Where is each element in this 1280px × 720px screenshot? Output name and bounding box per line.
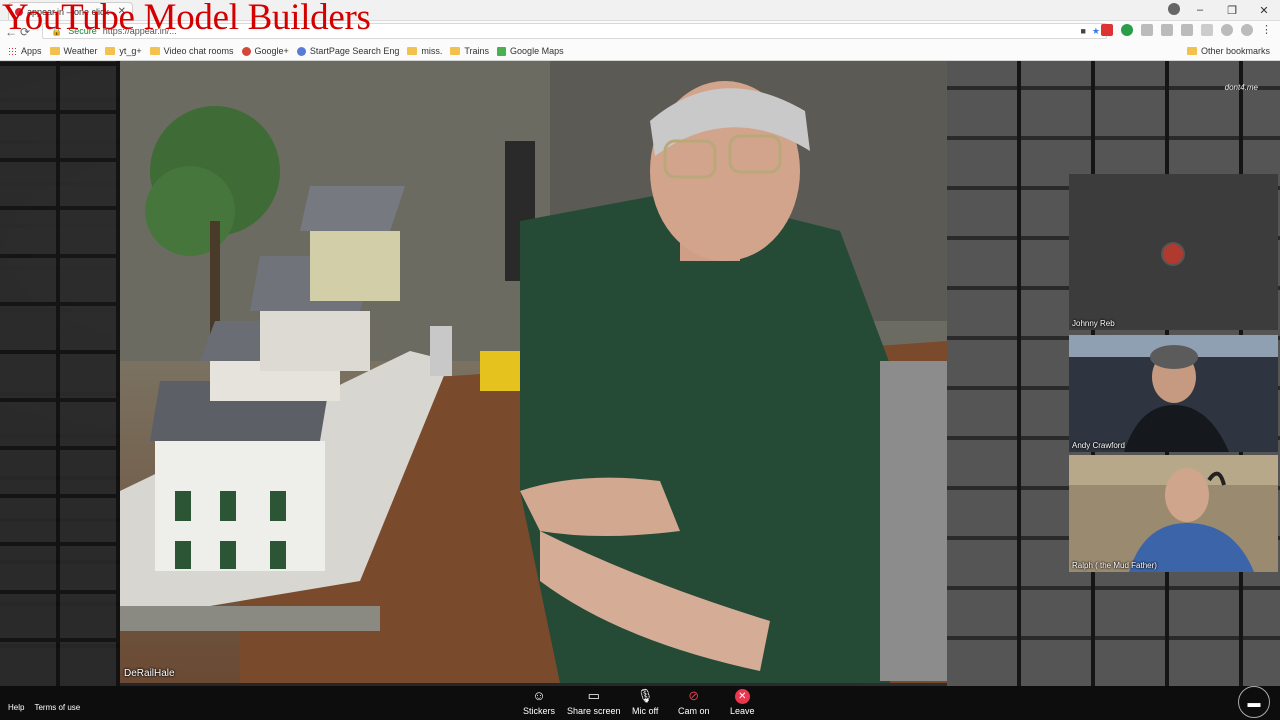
folder-icon [149,47,160,55]
grammarly-icon[interactable] [1121,24,1133,36]
participant-video-frame [1069,335,1278,452]
reload-icon[interactable]: ⟳ [18,25,32,39]
folder-icon [407,47,418,55]
apps-icon [8,46,17,56]
chat-bubble-icon: ▬ [1247,694,1261,710]
tab-title: appear.in – one click [27,6,110,17]
help-link[interactable]: Help [8,703,24,712]
folder-icon [105,47,116,55]
participant-name: Andy Crawford [1072,441,1125,450]
browser-titlebar: appear.in – one click ✕ – ❐ ✕ [0,0,1280,21]
profile-icon[interactable] [1168,3,1180,15]
bookmark-weather[interactable]: Weather [49,46,97,56]
call-control-bar: Help Terms of use ☺ Stickers ▭ Share scr… [0,686,1280,720]
leave-button[interactable]: ✕ Leave [730,688,755,716]
bookmark-google-plus[interactable]: Google+ [241,46,289,56]
extension-icon[interactable] [1141,24,1153,36]
address-bar[interactable]: 🔒 Secure https://appear.in/... ■ ★ [42,23,1107,39]
close-window-button[interactable]: ✕ [1248,4,1280,17]
secure-label: Secure [68,26,97,36]
participant-avatar-icon [1161,242,1185,266]
participant-tile[interactable]: Ralph ( the Mud Father) [1069,455,1278,572]
stone-wall-background [0,61,120,686]
monitor-icon: ▭ [587,688,600,703]
extension-icon[interactable] [1241,24,1253,36]
camera-icon[interactable]: ■ [1080,26,1085,37]
extension-icon[interactable] [1181,24,1193,36]
share-screen-button[interactable]: ▭ Share screen [567,688,621,716]
mic-button[interactable]: 🎙 Mic off [632,688,658,716]
bookmark-startpage[interactable]: StartPage Search Eng [296,46,399,56]
google-plus-icon [241,46,251,56]
bookmark-trains[interactable]: Trains [450,46,489,56]
bookmark-apps[interactable]: Apps [8,46,42,56]
extension-icons: ⋮ [1101,24,1272,36]
address-url: https://appear.in/... [102,26,177,36]
back-arrow-icon[interactable]: ← [4,25,18,39]
main-video-frame [120,61,947,683]
bookmark-video-chat-rooms[interactable]: Video chat rooms [149,46,234,56]
stickers-button[interactable]: ☺ Stickers [523,688,555,716]
tab-close-icon[interactable]: ✕ [118,6,126,17]
participant-name: Ralph ( the Mud Father) [1072,561,1157,570]
microphone-icon: 🎙 [636,688,654,703]
other-bookmarks[interactable]: Other bookmarks [1186,46,1270,56]
bookmark-google-maps[interactable]: Google Maps [497,46,564,56]
folder-icon [450,47,461,55]
minimize-button[interactable]: – [1184,4,1216,16]
startpage-icon [296,46,306,56]
extension-icon[interactable] [1221,24,1233,36]
extension-icon[interactable] [1201,24,1213,36]
smiley-icon: ☺ [532,688,546,703]
restore-button[interactable]: ❐ [1216,4,1248,17]
bookmarks-bar: Apps Weather yt_g+ Video chat rooms Goog… [0,42,1280,61]
terms-link[interactable]: Terms of use [34,703,80,712]
lock-icon: 🔒 [51,25,63,36]
bookmark-yt-g[interactable]: yt_g+ [105,46,142,56]
menu-kebab-icon[interactable]: ⋮ [1261,24,1272,36]
browser-toolbar: ← ⟳ 🔒 Secure https://appear.in/... ■ ★ ⋮ [0,21,1280,42]
extension-icon[interactable] [1161,24,1173,36]
participant-tile[interactable]: Andy Crawford [1069,335,1278,452]
appear-in-favicon-icon [15,7,23,16]
bookmark-star-icon[interactable]: ★ [1092,26,1100,37]
participant-name-main: DeRailHale [124,668,175,679]
chat-button[interactable]: ▬ [1238,686,1270,718]
folder-icon [49,47,60,55]
participant-name: Johnny Reb [1072,319,1115,328]
folder-icon [1186,47,1197,55]
camera-button[interactable]: ⊘ Cam on [678,688,710,716]
participant-video-frame [1069,455,1278,572]
window-controls: – ❐ ✕ [1184,0,1280,20]
participant-tile[interactable]: Johnny Reb [1069,174,1278,330]
room-watermark: dont4.me [1224,83,1258,92]
browser-tab[interactable]: appear.in – one click ✕ [8,2,133,20]
main-video-tile[interactable]: DeRailHale [120,61,947,683]
camera-off-icon: ⊘ [688,688,700,703]
extension-icon[interactable] [1101,24,1113,36]
bookmark-miss[interactable]: miss. [407,46,442,56]
maps-icon [497,46,507,56]
leave-x-icon: ✕ [734,689,750,704]
